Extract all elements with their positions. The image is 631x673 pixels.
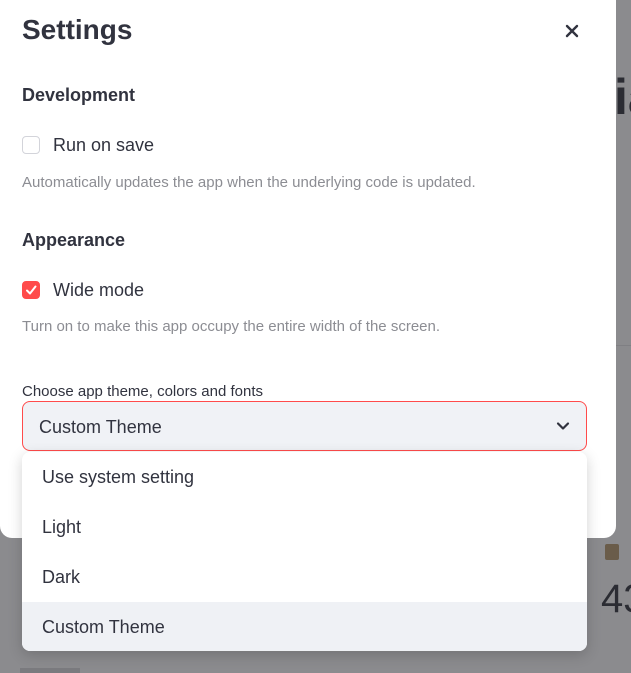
option-dark[interactable]: Dark: [22, 552, 587, 602]
wide-mode-label: Wide mode: [53, 280, 145, 300]
run-on-save-help: Automatically updates the app when the u…: [22, 174, 476, 191]
option-use-system-setting[interactable]: Use system setting: [22, 452, 587, 502]
appearance-heading: Appearance: [22, 230, 126, 250]
close-icon: [565, 24, 579, 38]
theme-select[interactable]: Custom Theme: [22, 401, 587, 451]
run-on-save-label: Run on save: [53, 135, 155, 155]
background-title-fragment: ia: [614, 69, 631, 125]
development-heading: Development: [22, 85, 136, 105]
checkmark-icon: [26, 285, 37, 295]
wide-mode-checkbox[interactable]: Wide mode: [22, 278, 144, 302]
close-button[interactable]: [558, 17, 586, 45]
checkbox-box[interactable]: [22, 281, 40, 299]
dialog-title: Settings: [22, 14, 133, 45]
checkbox-box[interactable]: [22, 136, 40, 154]
theme-select-label: Choose app theme, colors and fonts: [22, 383, 263, 400]
option-custom-theme[interactable]: Custom Theme: [22, 602, 587, 651]
theme-select-value: Custom Theme: [39, 417, 162, 437]
option-light[interactable]: Light: [22, 502, 587, 552]
run-on-save-checkbox[interactable]: Run on save: [22, 133, 154, 157]
chevron-down-icon: [556, 422, 570, 430]
background-fragment: [20, 668, 80, 673]
background-metric-value: 43: [601, 577, 631, 621]
clipboard-icon: [605, 544, 619, 560]
theme-dropdown-menu: Use system setting Light Dark Custom The…: [22, 452, 587, 651]
wide-mode-help: Turn on to make this app occupy the enti…: [22, 318, 441, 335]
